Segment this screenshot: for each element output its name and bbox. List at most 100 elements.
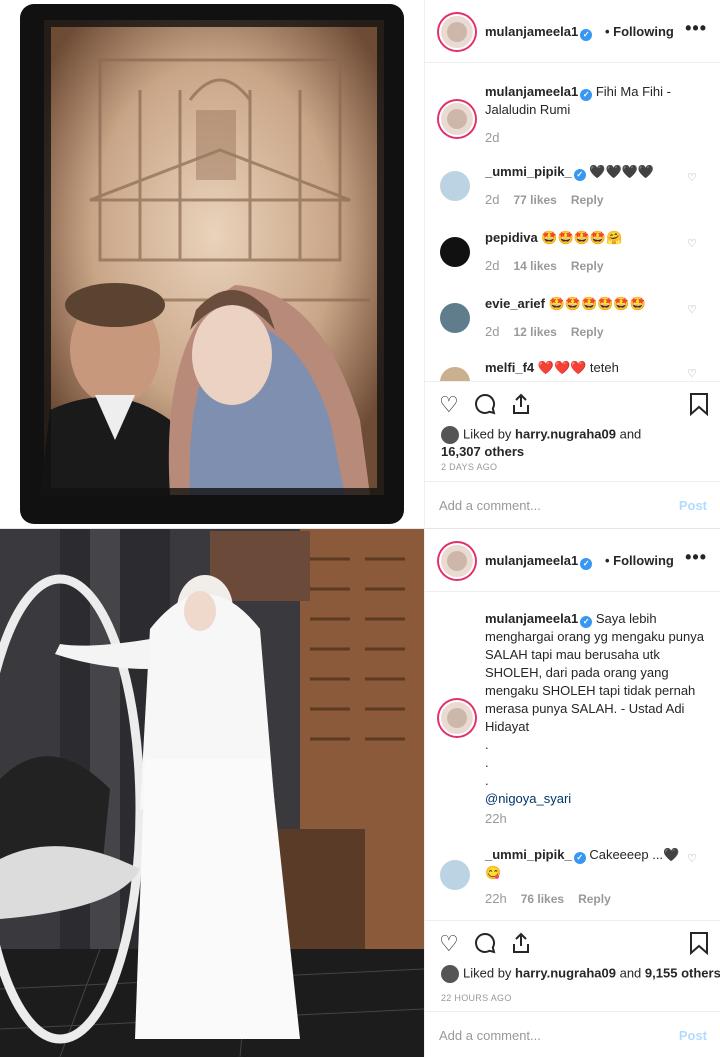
username-link[interactable]: mulanjameela1 ✓ xyxy=(485,24,593,41)
mention-link[interactable]: @nigoya_syari xyxy=(485,791,571,806)
avatar[interactable] xyxy=(439,543,475,579)
comment-likes[interactable]: 77 likes xyxy=(513,193,556,207)
liked-user-link[interactable]: harry.nugraha09 xyxy=(515,965,616,980)
caption: mulanjameela1 ✓ Fihi Ma Fihi - Jalaludin … xyxy=(425,83,720,153)
comment-text: 🤩🤩🤩🤩🤩🤩 xyxy=(548,296,646,311)
liked-others-link[interactable]: 9,155 others xyxy=(645,965,720,980)
bookmark-icon[interactable] xyxy=(689,931,709,961)
liked-user-link[interactable]: harry.nugraha09 xyxy=(515,426,616,441)
add-comment-input[interactable]: Add a comment... xyxy=(439,1028,541,1043)
comment: evie_arief 🤩🤩🤩🤩🤩🤩 2d 12 likes Reply ♡ xyxy=(425,295,720,351)
share-icon[interactable] xyxy=(509,392,533,422)
post-time[interactable]: 22 HOURS AGO xyxy=(441,993,512,1003)
verified-badge-icon: ✓ xyxy=(573,169,586,181)
like-comment-heart-icon[interactable]: ♡ xyxy=(687,301,697,319)
avatar[interactable] xyxy=(440,860,470,890)
following-button[interactable]: • Following xyxy=(605,24,674,39)
avatar[interactable] xyxy=(440,171,470,201)
caption-dot: . xyxy=(485,755,489,770)
comment-time[interactable]: 2d xyxy=(485,258,499,273)
username-link[interactable]: pepidiva xyxy=(485,230,538,245)
verified-badge-icon: ✓ xyxy=(580,89,593,101)
avatar[interactable] xyxy=(439,101,475,137)
post-2-photo[interactable] xyxy=(0,529,424,1057)
post-comment-button[interactable]: Post xyxy=(679,498,707,513)
post-comment-button[interactable]: Post xyxy=(679,1028,707,1043)
comment-text: 🖤🖤🖤🖤 xyxy=(589,164,655,179)
reply-button[interactable]: Reply xyxy=(571,259,604,273)
caption-time[interactable]: 22h xyxy=(485,811,507,826)
add-comment-bar: Add a comment... Post xyxy=(425,481,720,528)
avatar[interactable] xyxy=(439,700,475,736)
reply-button[interactable]: Reply xyxy=(578,892,611,906)
avatar[interactable] xyxy=(440,237,470,267)
add-comment-input[interactable]: Add a comment... xyxy=(439,498,541,513)
comment-likes[interactable]: 14 likes xyxy=(513,259,556,273)
liked-others-link[interactable]: 16,307 others xyxy=(441,444,524,459)
avatar[interactable] xyxy=(440,367,470,381)
comments-list[interactable]: mulanjameela1 ✓ Saya lebih menghargai ora… xyxy=(425,592,720,920)
comment: _ummi_pipik_ ✓ 🖤🖤🖤🖤 2d 77 likes Reply ♡ xyxy=(425,163,720,219)
username-link[interactable]: mulanjameela1 ✓ xyxy=(485,84,593,101)
verified-badge-icon: ✓ xyxy=(580,29,593,41)
comment-text: 🤩🤩🤩🤩🤗 xyxy=(541,230,623,245)
likes-summary: Liked by harry.nugraha09 and 16,307 othe… xyxy=(441,426,642,459)
following-button[interactable]: • Following xyxy=(605,553,674,568)
comment-time[interactable]: 2d xyxy=(485,324,499,339)
heart-icon[interactable]: ♡ xyxy=(439,392,459,418)
comment: _ummi_pipik_ ✓ Cakeeeep ...🖤 😋 22h 76 like… xyxy=(425,846,720,910)
username-link[interactable]: melfi_f4 xyxy=(485,360,534,375)
username-link[interactable]: evie_arief xyxy=(485,296,545,311)
like-comment-heart-icon[interactable]: ♡ xyxy=(687,365,697,381)
post-1-photo[interactable] xyxy=(0,0,424,527)
verified-badge-icon: ✓ xyxy=(580,558,593,570)
post-header: mulanjameela1 ✓ • Following ••• xyxy=(425,529,720,592)
comment-icon[interactable] xyxy=(473,931,497,961)
more-options-icon[interactable]: ••• xyxy=(685,547,707,568)
reply-button[interactable]: Reply xyxy=(571,193,604,207)
woman-white-dress-image xyxy=(0,529,424,1057)
verified-badge-icon: ✓ xyxy=(573,852,586,864)
caption-dot: . xyxy=(485,773,489,788)
post-2-sidebar: mulanjameela1 ✓ • Following ••• mulanjame… xyxy=(424,529,720,1057)
comment-likes[interactable]: 76 likes xyxy=(521,892,564,906)
comment-likes[interactable]: 12 likes xyxy=(513,325,556,339)
post-1-sidebar: mulanjameela1 ✓ • Following ••• mulanjame… xyxy=(424,0,720,527)
action-bar: ♡ Liked by harry.nugraha09 and 16,307 ot… xyxy=(425,381,720,490)
avatar xyxy=(441,965,459,983)
post-1: mulanjameela1 ✓ • Following ••• mulanjame… xyxy=(0,0,720,527)
comment: pepidiva 🤩🤩🤩🤩🤗 2d 14 likes Reply ♡ xyxy=(425,229,720,285)
avatar[interactable] xyxy=(440,303,470,333)
username-link[interactable]: mulanjameela1 ✓ xyxy=(485,553,593,570)
post-time[interactable]: 2 DAYS AGO xyxy=(441,462,497,472)
like-comment-heart-icon[interactable]: ♡ xyxy=(687,235,697,253)
comment-time[interactable]: 22h xyxy=(485,891,507,906)
caption: mulanjameela1 ✓ Saya lebih menghargai ora… xyxy=(425,610,720,840)
username-link[interactable]: mulanjameela1 ✓ xyxy=(485,611,593,628)
comment-icon[interactable] xyxy=(473,392,497,422)
caption-text: Saya lebih menghargai orang yg mengaku p… xyxy=(485,611,704,734)
share-icon[interactable] xyxy=(509,931,533,961)
comment-time[interactable]: 2d xyxy=(485,192,499,207)
post-2: mulanjameela1 ✓ • Following ••• mulanjame… xyxy=(0,528,720,1057)
caption-time[interactable]: 2d xyxy=(485,130,499,145)
username-link[interactable]: _ummi_pipik_ ✓ xyxy=(485,164,586,181)
caption-dot: . xyxy=(485,737,489,752)
like-comment-heart-icon[interactable]: ♡ xyxy=(687,169,697,187)
username-link[interactable]: _ummi_pipik_ ✓ xyxy=(485,847,586,864)
reply-button[interactable]: Reply xyxy=(571,325,604,339)
avatar[interactable] xyxy=(439,14,475,50)
comment-text: ❤️❤️❤️ teteh xyxy=(537,360,619,375)
post-header: mulanjameela1 ✓ • Following ••• xyxy=(425,0,720,63)
likes-summary: Liked by harry.nugraha09 and 9,155 other… xyxy=(441,965,720,983)
heart-icon[interactable]: ♡ xyxy=(439,931,459,957)
comment: melfi_f4 ❤️❤️❤️ teteh ♡ xyxy=(425,359,720,381)
verified-badge-icon: ✓ xyxy=(580,616,593,628)
comments-list[interactable]: mulanjameela1 ✓ Fihi Ma Fihi - Jalaludin … xyxy=(425,63,720,381)
add-comment-bar: Add a comment... Post xyxy=(425,1011,720,1058)
more-options-icon[interactable]: ••• xyxy=(685,18,707,39)
couple-photo-image xyxy=(0,0,424,527)
avatar xyxy=(441,426,459,444)
like-comment-heart-icon[interactable]: ♡ xyxy=(687,850,697,868)
bookmark-icon[interactable] xyxy=(689,392,709,422)
